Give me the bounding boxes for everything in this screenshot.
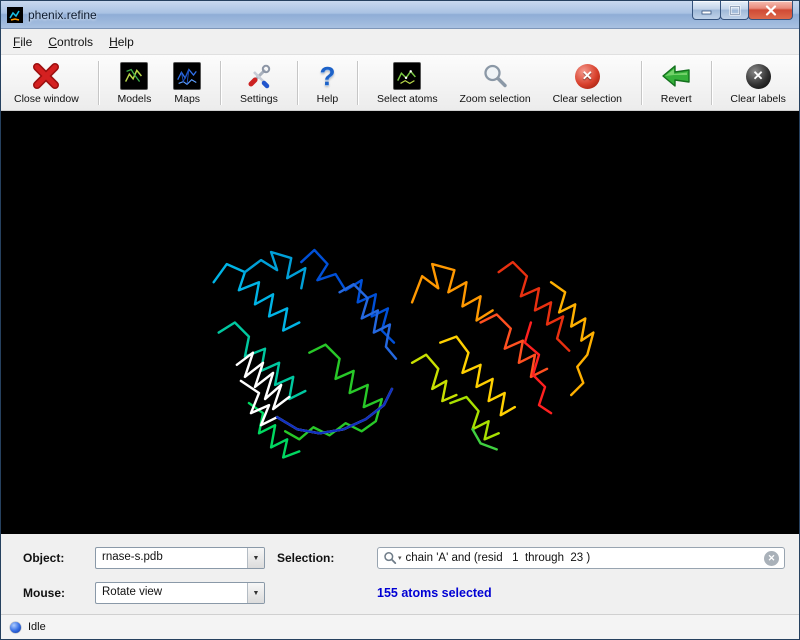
help-icon: ? <box>319 61 335 92</box>
toolbar-revert[interactable]: Revert <box>658 59 695 107</box>
mouse-dropdown-value: Rotate view <box>96 583 247 603</box>
atoms-selected-status: 155 atoms selected <box>377 586 785 600</box>
app-icon <box>7 7 23 23</box>
status-orb-icon <box>10 622 21 633</box>
models-icon <box>120 61 148 92</box>
mouse-dropdown[interactable]: Rotate view ▼ <box>95 582 265 604</box>
settings-icon <box>245 61 273 92</box>
menu-file[interactable]: File <box>5 32 40 52</box>
maximize-icon <box>729 5 741 16</box>
close-icon <box>765 5 777 16</box>
toolbar-clear-selection[interactable]: ✕ Clear selection <box>550 59 625 107</box>
toolbar-close-window[interactable]: Close window <box>11 59 82 107</box>
status-text: Idle <box>28 621 46 633</box>
close-button[interactable] <box>748 1 793 20</box>
revert-icon <box>661 61 691 92</box>
toolbar-separator <box>220 61 221 105</box>
gl-viewport[interactable] <box>1 111 799 534</box>
close-window-icon <box>32 61 60 92</box>
search-icon[interactable] <box>383 551 397 565</box>
minimize-button[interactable] <box>692 1 721 20</box>
toolbar-maps[interactable]: Maps <box>170 59 204 107</box>
object-dropdown[interactable]: rnase-s.pdb ▼ <box>95 547 265 569</box>
minimize-icon <box>701 5 713 15</box>
app-window: phenix.refine File Controls Help Close w… <box>0 0 800 640</box>
dropdown-arrow-icon[interactable]: ▼ <box>247 583 264 603</box>
object-label: Object: <box>23 551 83 565</box>
selection-search-field[interactable]: ▾ ✕ <box>377 547 785 569</box>
menu-controls[interactable]: Controls <box>40 32 101 52</box>
molecule-render <box>1 111 799 534</box>
toolbar-models[interactable]: Models <box>115 59 155 107</box>
toolbar-separator <box>641 61 642 105</box>
clear-search-icon[interactable]: ✕ <box>764 551 779 566</box>
control-panel: Object: rnase-s.pdb ▼ Selection: ▾ ✕ Mou… <box>1 534 799 614</box>
window-title: phenix.refine <box>28 8 97 22</box>
selection-label: Selection: <box>277 551 365 565</box>
toolbar-zoom-selection[interactable]: Zoom selection <box>457 59 534 107</box>
toolbar-clear-labels[interactable]: ✕ Clear labels <box>727 59 788 107</box>
menubar: File Controls Help <box>1 29 799 55</box>
select-atoms-icon <box>393 61 421 92</box>
toolbar-separator <box>357 61 358 105</box>
toolbar: Close window Models Maps Settings ? <box>1 55 799 111</box>
toolbar-separator <box>297 61 298 105</box>
toolbar-separator <box>711 61 712 105</box>
clear-labels-icon: ✕ <box>746 61 771 92</box>
status-bar: Idle <box>1 614 799 639</box>
toolbar-help[interactable]: ? Help <box>314 59 342 107</box>
window-controls <box>693 1 793 20</box>
menu-help[interactable]: Help <box>101 32 142 52</box>
titlebar[interactable]: phenix.refine <box>1 1 799 29</box>
toolbar-settings[interactable]: Settings <box>237 59 281 107</box>
dropdown-arrow-icon[interactable]: ▼ <box>247 548 264 568</box>
object-dropdown-value: rnase-s.pdb <box>96 548 247 568</box>
toolbar-separator <box>98 61 99 105</box>
selection-input[interactable] <box>402 552 764 564</box>
clear-selection-icon: ✕ <box>575 61 600 92</box>
maximize-button[interactable] <box>720 1 749 20</box>
toolbar-select-atoms[interactable]: Select atoms <box>374 59 441 107</box>
maps-icon <box>173 61 201 92</box>
zoom-selection-icon <box>481 61 509 92</box>
mouse-label: Mouse: <box>23 586 83 600</box>
